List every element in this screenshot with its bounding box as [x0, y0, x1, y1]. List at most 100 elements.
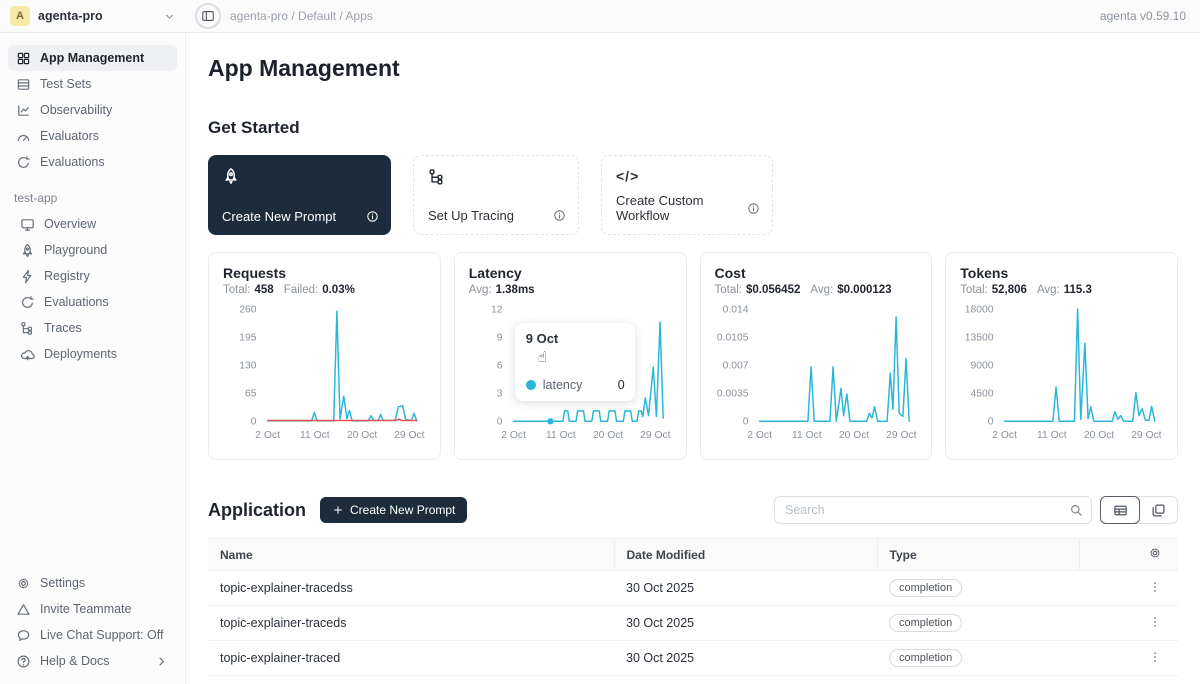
sidebar-item-app-management[interactable]: App Management	[8, 45, 177, 71]
svg-text:0: 0	[251, 417, 257, 428]
row-menu-icon[interactable]	[1148, 580, 1162, 594]
sidebar-item-playground[interactable]: Playground	[12, 237, 177, 263]
requests-chart[interactable]: 0651301952602 Oct11 Oct20 Oct29 Oct	[223, 300, 426, 446]
type-cell: completion	[877, 676, 1079, 684]
sidebar: App ManagementTest Sets Observability Eval…	[0, 33, 186, 684]
sidebar-footer-nav: SettingsInvite TeammateLive Chat Support…	[8, 570, 177, 674]
svg-text:0: 0	[742, 417, 748, 428]
info-icon[interactable]	[366, 210, 379, 223]
app-name-cell: topic-explainer-traceds	[208, 606, 614, 641]
sidebar-item-help-docs[interactable]: Help & Docs	[8, 648, 177, 674]
workspace-name: agenta-pro	[38, 9, 103, 23]
svg-text:20 Oct: 20 Oct	[1084, 430, 1115, 441]
application-title: Application	[208, 500, 306, 521]
table-row[interactable]: topic-explainer-tracedss30 Oct 2025compl…	[208, 571, 1178, 606]
row-menu-icon[interactable]	[1148, 650, 1162, 664]
svg-text:195: 195	[239, 333, 256, 344]
chevron-down-icon	[163, 10, 176, 23]
sidebar-item-evaluations[interactable]: Evaluations	[12, 289, 177, 315]
sidebar-item-settings[interactable]: Settings	[8, 570, 177, 596]
search-input[interactable]	[774, 496, 1092, 524]
rocket-icon	[20, 243, 35, 258]
gauge-icon	[16, 129, 31, 144]
tooltip-row: latency0	[526, 378, 625, 392]
sidebar-item-label: Traces	[44, 321, 82, 335]
type-badge: completion	[889, 579, 962, 597]
svg-text:4500: 4500	[971, 389, 994, 400]
card-view-button[interactable]	[1139, 497, 1177, 523]
sidebar-item-live-chat-support-off[interactable]: Live Chat Support: Off	[8, 622, 177, 648]
application-header: Application Create New Prompt	[208, 496, 1178, 524]
svg-text:11 Oct: 11 Oct	[546, 430, 576, 441]
cursor-pointer-icon: ☝	[538, 348, 547, 366]
info-icon[interactable]	[747, 202, 760, 215]
sidebar-item-label: Observability	[40, 103, 112, 117]
sidebar-item-observability[interactable]: Observability	[8, 97, 177, 123]
row-menu-icon[interactable]	[1148, 615, 1162, 629]
create-new-prompt-card[interactable]: Create New Prompt	[208, 155, 391, 235]
table-row[interactable]: career-assessment27 Oct 2025completion	[208, 676, 1178, 684]
svg-text:0.0105: 0.0105	[716, 333, 748, 344]
set-up-tracing-card[interactable]: Set Up Tracing	[413, 155, 579, 235]
sidebar-item-evaluations[interactable]: Evaluations	[8, 149, 177, 175]
sidebar-item-label: Evaluations	[40, 155, 105, 169]
sidebar-item-invite-teammate[interactable]: Invite Teammate	[8, 596, 177, 622]
tracing-tree-icon	[428, 168, 446, 186]
sidebar-item-label: Evaluations	[44, 295, 109, 309]
requests-metric-card: RequestsTotal:458Failed:0.03%06513019526…	[208, 252, 441, 460]
svg-text:20 Oct: 20 Oct	[347, 430, 378, 441]
sidebar-item-deployments[interactable]: Deployments	[12, 341, 177, 367]
sidebar-item-overview[interactable]: Overview	[12, 211, 177, 237]
sidebar-item-traces[interactable]: Traces	[12, 315, 177, 341]
get-started-cards: Create New Prompt Set Up Tracing </> Cre…	[208, 155, 1178, 235]
bolt-icon	[20, 269, 35, 284]
svg-text:130: 130	[239, 361, 256, 372]
chart-title: Cost	[715, 265, 918, 281]
sidebar-item-evaluators[interactable]: Evaluators	[8, 123, 177, 149]
testsets-icon	[16, 77, 31, 92]
sidebar-item-test-sets[interactable]: Test Sets	[8, 71, 177, 97]
search-icon[interactable]	[1069, 503, 1083, 517]
type-cell: completion	[877, 571, 1079, 606]
sidebar-item-label: Playground	[44, 243, 107, 257]
tokens-chart[interactable]: 04500900013500180002 Oct11 Oct20 Oct29 O…	[960, 300, 1163, 446]
cost-metric-card: CostTotal:$0.056452Avg:$0.00012300.00350…	[700, 252, 933, 460]
tokens-metric-card: TokensTotal:52,806Avg:115.30450090001350…	[945, 252, 1178, 460]
svg-text:29 Oct: 29 Oct	[394, 430, 425, 441]
workspace-switcher[interactable]: A agenta-pro	[0, 6, 186, 26]
svg-text:2 Oct: 2 Oct	[993, 430, 1018, 441]
column-header-name: Name	[208, 539, 614, 571]
svg-text:20 Oct: 20 Oct	[593, 430, 624, 441]
sidebar-app-nav: Overview Playground Registry Evaluations Tra…	[8, 211, 177, 367]
table-settings-icon[interactable]	[1148, 546, 1162, 560]
sidebar-item-registry[interactable]: Registry	[12, 263, 177, 289]
info-icon[interactable]	[553, 209, 566, 222]
type-badge: completion	[889, 649, 962, 667]
gear-icon	[16, 576, 31, 591]
search-box	[774, 496, 1092, 524]
sidebar-item-label: Overview	[44, 217, 96, 231]
svg-text:0.007: 0.007	[722, 361, 748, 372]
sidebar-toggle-button[interactable]	[195, 3, 221, 29]
create-custom-workflow-card[interactable]: </> Create Custom Workflow	[601, 155, 773, 235]
svg-text:3: 3	[496, 389, 502, 400]
cost-chart[interactable]: 00.00350.0070.01050.0142 Oct11 Oct20 Oct…	[715, 300, 918, 446]
plus-icon	[332, 504, 344, 516]
chat-icon	[16, 628, 31, 643]
table-view-button[interactable]	[1100, 496, 1140, 524]
svg-text:20 Oct: 20 Oct	[838, 430, 869, 441]
table-row[interactable]: topic-explainer-traceds30 Oct 2025comple…	[208, 606, 1178, 641]
chevron-right-icon	[154, 654, 169, 669]
tokens-line	[1005, 309, 1155, 421]
table-row[interactable]: topic-explainer-traced30 Oct 2025complet…	[208, 641, 1178, 676]
tree-icon	[20, 321, 35, 336]
get-started-title: Get Started	[208, 118, 1178, 138]
svg-text:0: 0	[496, 417, 502, 428]
svg-text:260: 260	[239, 304, 256, 315]
sidebar-item-label: Evaluators	[40, 129, 99, 143]
chart-title: Requests	[223, 265, 426, 281]
latency-metric-card: LatencyAvg:1.38ms0369122 Oct11 Oct20 Oct…	[454, 252, 687, 460]
svg-text:18000: 18000	[965, 304, 994, 315]
create-new-prompt-button[interactable]: Create New Prompt	[320, 497, 467, 523]
applications-table: NameDate ModifiedType topic-explainer-tr…	[208, 538, 1178, 684]
